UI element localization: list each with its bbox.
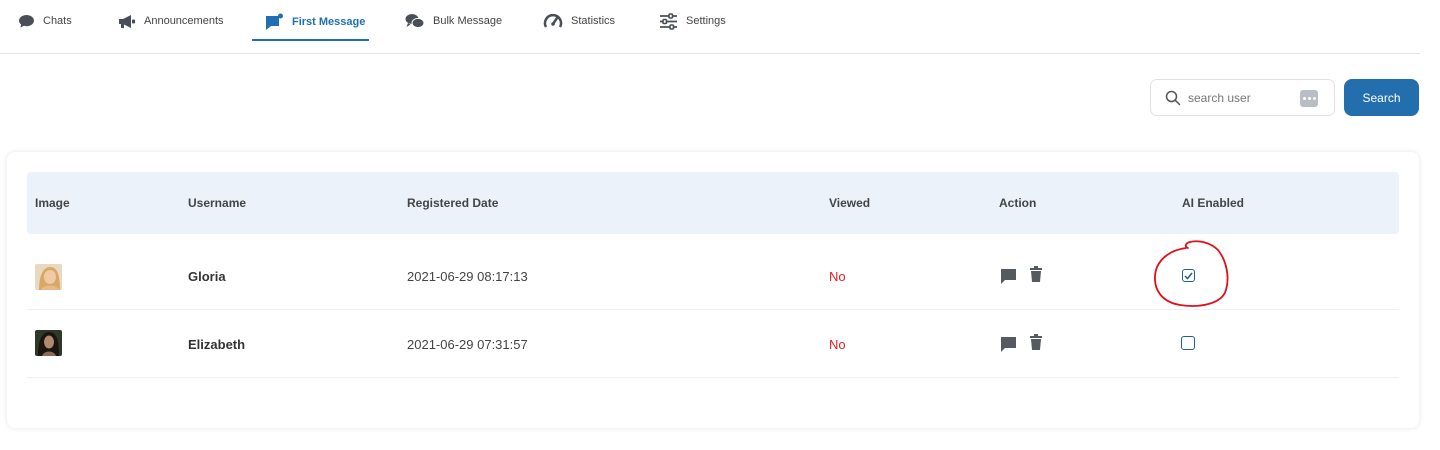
registered-date: 2021-06-29 07:31:57	[407, 337, 528, 352]
table-row: Elizabeth 2021-06-29 07:31:57 No	[27, 310, 1399, 378]
search-icon	[1165, 90, 1181, 111]
header-action: Action	[999, 196, 1037, 210]
sliders-icon	[659, 12, 678, 30]
header-ai-enabled: AI Enabled	[1182, 196, 1245, 210]
megaphone-icon	[118, 14, 136, 29]
bulk-message-icon	[405, 13, 425, 29]
speedometer-icon	[543, 13, 563, 29]
users-table-card: Image Username Registered Date Viewed Ac…	[7, 152, 1419, 428]
message-icon[interactable]	[1000, 336, 1017, 358]
tab-statistics[interactable]: Statistics	[543, 0, 615, 42]
username: Elizabeth	[188, 337, 246, 352]
viewed-status: No	[829, 337, 846, 352]
tab-label: Chats	[43, 15, 72, 27]
table-header: Image Username Registered Date Viewed Ac…	[27, 172, 1399, 234]
search-input[interactable]	[1188, 88, 1298, 108]
chat-bubble-icon	[18, 14, 35, 29]
tab-label: Announcements	[144, 15, 224, 27]
header-username: Username	[188, 196, 247, 210]
flag-message-icon	[264, 13, 284, 32]
header-image: Image	[35, 196, 70, 210]
viewed-status: No	[829, 269, 846, 284]
ai-enabled-checkbox[interactable]	[1181, 336, 1195, 350]
tab-bulk-message[interactable]: Bulk Message	[405, 0, 502, 42]
tab-settings[interactable]: Settings	[659, 0, 726, 42]
tab-label: First Message	[292, 16, 366, 28]
tab-label: Statistics	[571, 15, 616, 27]
ai-enabled-checkbox[interactable]	[1182, 269, 1195, 282]
more-options-icon[interactable]	[1300, 90, 1318, 107]
search-box	[1150, 79, 1335, 116]
top-nav: Chats Announcements First Message Bulk M…	[0, 0, 1420, 54]
header-registered-date: Registered Date	[407, 196, 499, 210]
trash-icon[interactable]	[1030, 334, 1042, 355]
avatar	[35, 330, 62, 356]
tab-chats[interactable]: Chats	[18, 0, 72, 42]
search-button[interactable]: Search	[1344, 79, 1419, 116]
trash-icon[interactable]	[1030, 266, 1042, 287]
tab-label: Bulk Message	[433, 15, 503, 27]
avatar	[35, 264, 62, 290]
tab-announcements[interactable]: Announcements	[118, 0, 224, 42]
tab-first-message[interactable]: First Message	[264, 1, 365, 43]
tab-label: Settings	[686, 15, 726, 27]
table-row: Gloria 2021-06-29 08:17:13 No	[27, 242, 1399, 310]
message-icon[interactable]	[1000, 268, 1017, 290]
registered-date: 2021-06-29 08:17:13	[407, 269, 528, 284]
header-viewed: Viewed	[829, 196, 871, 210]
active-tab-indicator	[252, 39, 369, 41]
username: Gloria	[188, 269, 226, 284]
